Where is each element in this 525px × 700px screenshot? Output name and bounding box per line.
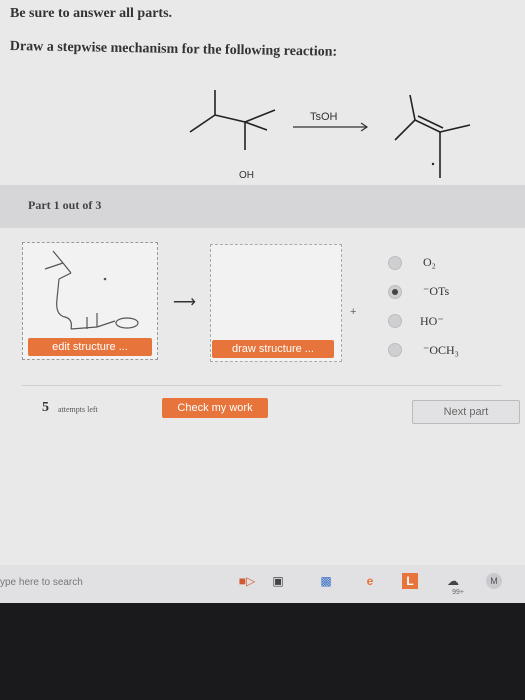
oh-label: OH [239,170,254,181]
taskbar-search[interactable]: ype here to search [0,577,83,588]
speaker-icon[interactable]: ■▷ [236,573,258,589]
check-my-work-button[interactable]: Check my work [162,398,268,418]
option-label-och3: ⁻OCH₃ [423,343,459,357]
product-structure [394,94,471,178]
plus-sign: + [350,306,357,318]
option-label-o2: O₂ [423,255,436,269]
store-icon[interactable]: ▩ [318,573,334,589]
attempts-label: attempts left [58,405,98,414]
option-label-ho: HO⁻ [420,314,444,328]
radio-och3[interactable] [388,343,402,357]
assignment-page: Be sure to answer all parts. Draw a step… [0,0,525,565]
mcgraw-icon[interactable]: M [486,573,502,589]
notification-badge: 99+ [452,589,464,596]
question-prompt: Draw a stepwise mechanism for the follow… [9,39,338,60]
instruction-line: Be sure to answer all parts. [10,6,173,21]
reactant-structure [189,90,276,150]
reagent-label: TsOH [310,111,338,123]
attempts-count: 5 [42,400,49,415]
option-label-ots: ⁻OTs [423,284,450,298]
next-part-button[interactable]: Next part [412,400,520,424]
mechanism-arrow: ⟶ [173,294,196,311]
edit-structure-button[interactable]: edit structure ... [28,338,152,356]
app-l-icon[interactable]: L [402,573,418,589]
radio-o2[interactable] [388,256,402,270]
task-view-icon[interactable]: ▣ [270,573,286,589]
part-indicator: Part 1 out of 3 [28,198,102,212]
electron-dot [431,162,435,166]
radio-ho[interactable] [388,314,402,328]
draw-structure-button[interactable]: draw structure ... [212,340,334,358]
edge-icon[interactable]: e [362,573,378,589]
radio-ots[interactable] [388,285,402,299]
reaction-arrow [293,122,369,132]
divider [22,385,502,386]
reaction-scheme: OH TsOH [189,90,471,181]
